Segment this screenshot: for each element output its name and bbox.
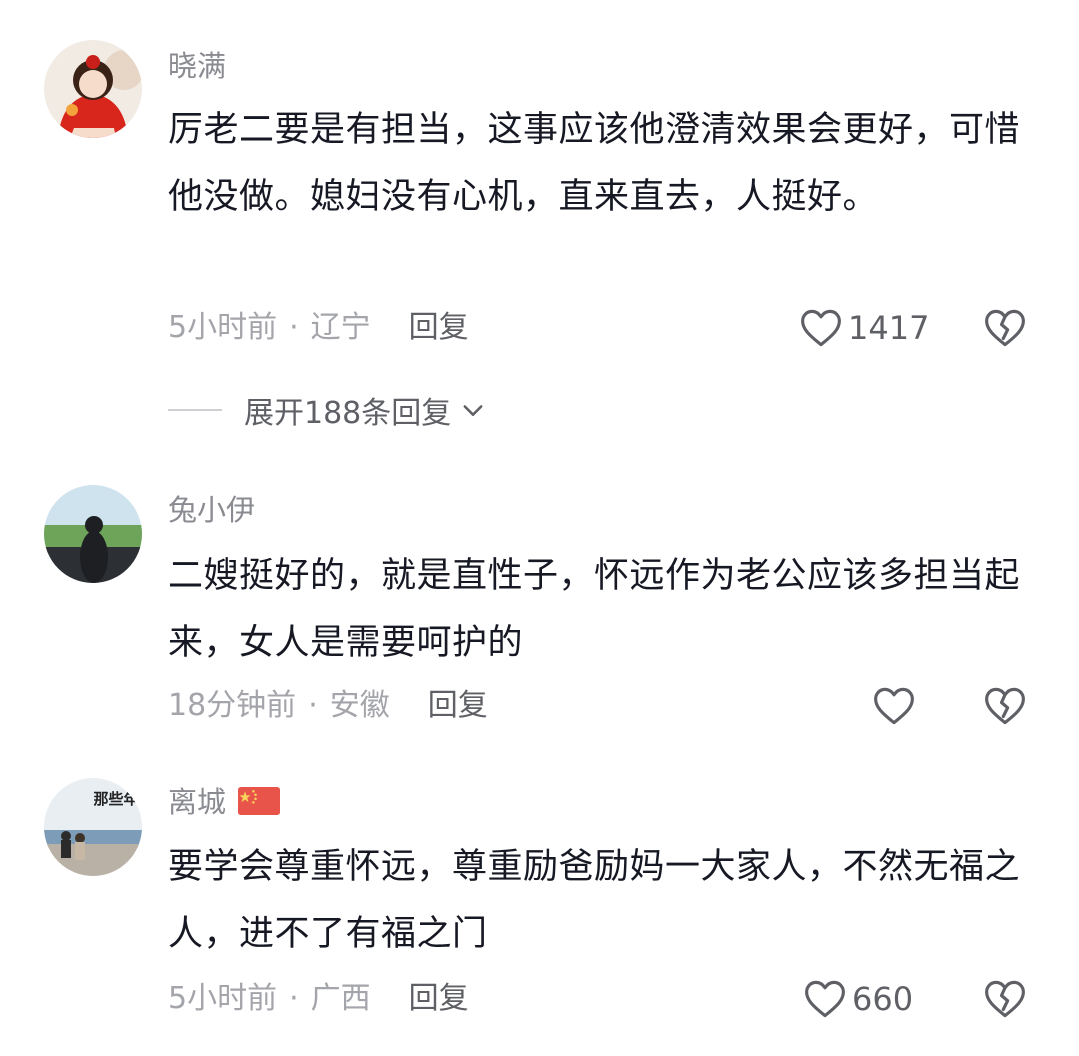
comment-location: 广西 [310,981,371,1016]
china-flag-icon [238,787,281,815]
dislike-button[interactable] [984,307,1026,349]
username[interactable]: 离城 [168,782,281,822]
like-button[interactable] [873,684,915,728]
broken-heart-icon [985,309,1025,347]
avatar-text: 那些年 [93,790,138,808]
separator-dot: · [289,310,299,345]
expand-replies-button[interactable]: 展开188条回复 [168,388,487,432]
dislike-button[interactable] [984,685,1026,727]
comment-text: 要学会尊重怀远，尊重励爸励妈一大家人，不然无福之人，进不了有福之门 [168,847,1021,954]
separator-dot: · [308,688,318,723]
avatar[interactable] [44,485,142,583]
comment-time: 5小时前 [168,310,278,345]
avatar[interactable]: 那些年 [44,778,142,876]
heart-outline-icon [874,687,914,725]
comment-time: 5小时前 [168,981,278,1016]
comment-meta: 5小时前 · 广西 回复 [168,979,469,1019]
chevron-down-icon [463,405,483,416]
expand-replies-label: 展开188条回复 [244,396,452,431]
comment-location: 安徽 [329,688,390,723]
comment-meta: 5小时前 · 辽宁 回复 [168,308,469,348]
broken-heart-icon [985,980,1025,1018]
heart-outline-icon [801,309,841,347]
avatar-image: 那些年 [44,778,142,876]
reply-button[interactable]: 回复 [409,981,469,1016]
expand-divider [168,409,222,411]
username-text: 离城 [168,785,227,819]
username[interactable]: 兔小伊 [168,490,255,530]
heart-outline-icon [805,980,845,1018]
like-count: 660 [852,980,914,1018]
avatar[interactable] [44,40,142,138]
dislike-button[interactable] [984,978,1026,1020]
like-count: 1417 [848,309,930,347]
reply-button[interactable]: 回复 [428,688,488,723]
comment-time: 18分钟前 [168,688,297,723]
comment-item: 晓满 厉老二要是有担当，这事应该他澄清效果会更好，可惜他没做。媳妇没有心机，直来… [0,0,1079,450]
avatar-image [44,40,142,138]
like-button[interactable]: 1417 [800,306,929,350]
comment-meta: 18分钟前 · 安徽 回复 [168,686,488,726]
comment-text: 二嫂挺好的，就是直性子，怀远作为老公应该多担当起来，女人是需要呵护的 [168,556,1021,663]
username[interactable]: 晓满 [168,46,226,86]
reply-button[interactable]: 回复 [409,310,469,345]
like-button[interactable]: 660 [804,977,913,1021]
separator-dot: · [289,981,299,1016]
comment-text: 厉老二要是有担当，这事应该他澄清效果会更好，可惜他没做。媳妇没有心机，直来直去，… [168,110,1021,217]
broken-heart-icon [985,687,1025,725]
avatar-image [44,485,142,583]
comment-location: 辽宁 [310,310,371,345]
